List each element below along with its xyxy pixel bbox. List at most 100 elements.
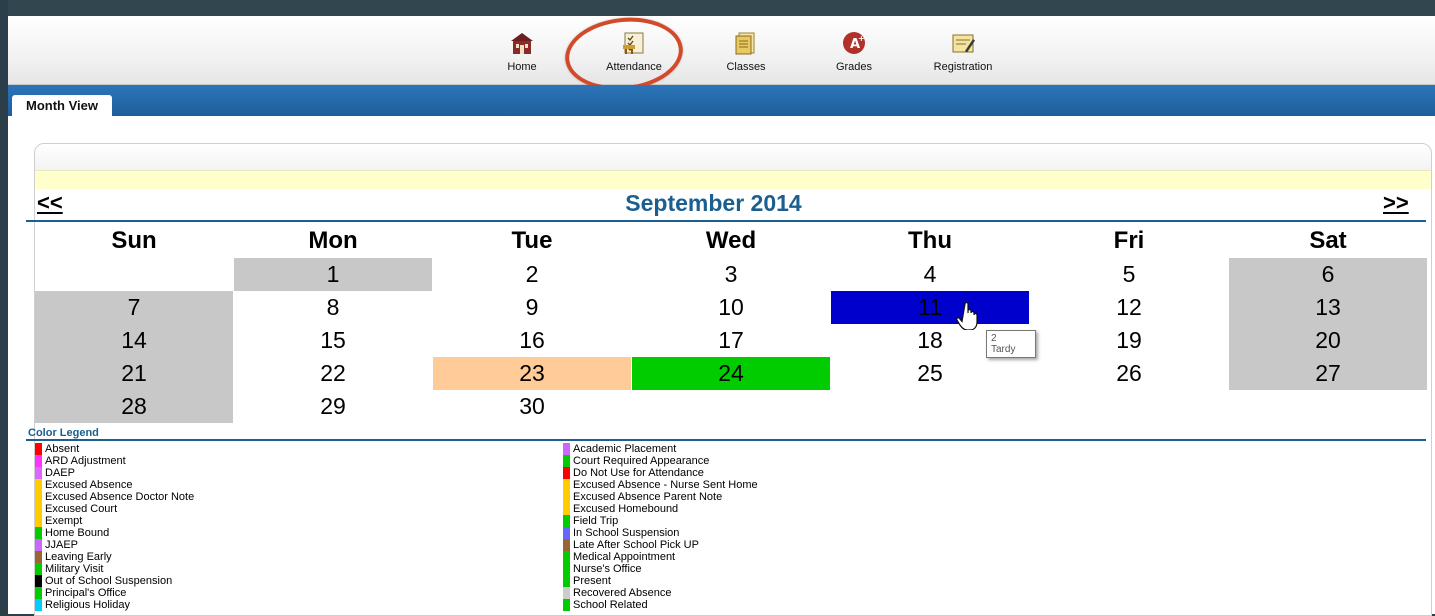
legend-swatch — [35, 455, 42, 467]
nav-registration[interactable]: Registration — [923, 30, 1003, 73]
legend-item: Do Not Use for Attendance — [563, 467, 758, 479]
calendar-day[interactable]: 5 — [1030, 258, 1228, 291]
calendar-day[interactable]: 7 — [35, 291, 233, 324]
legend-rule — [26, 439, 1426, 441]
nav-label: Home — [507, 61, 537, 73]
legend-swatch — [35, 467, 42, 479]
hand-cursor-icon — [956, 301, 978, 330]
nav-grades[interactable]: A + Grades — [826, 30, 882, 73]
legend-label: Medical Appointment — [573, 551, 676, 563]
legend-swatch — [35, 503, 42, 515]
legend-swatch — [563, 515, 570, 527]
calendar-day[interactable]: 9 — [433, 291, 631, 324]
calendar-day[interactable]: 11 — [831, 291, 1029, 324]
weekday-header: Fri — [1113, 227, 1145, 254]
tab-month-view[interactable]: Month View — [12, 95, 112, 116]
legend-label: School Related — [573, 599, 648, 611]
legend-swatch — [563, 539, 570, 551]
books-icon — [735, 32, 755, 55]
legend-swatch — [563, 527, 570, 539]
nav-label: Grades — [835, 61, 873, 73]
tab-bar: Month View — [8, 85, 1435, 116]
calendar-day[interactable]: 23 — [433, 357, 631, 390]
legend-swatch — [563, 575, 570, 587]
legend-item: School Related — [563, 599, 758, 611]
legend-item: Excused Absence - Nurse Sent Home — [563, 479, 758, 491]
legend-item: Late After School Pick UP — [563, 539, 758, 551]
panel-header — [35, 144, 1431, 170]
legend-label: Field Trip — [573, 515, 619, 527]
calendar-day[interactable]: 21 — [35, 357, 233, 390]
calendar-day[interactable]: 15 — [234, 324, 432, 357]
calendar-day[interactable]: 20 — [1229, 324, 1427, 357]
legend-label: Nurse's Office — [573, 563, 642, 575]
legend-swatch — [563, 443, 570, 455]
legend-label: Excused Absence - Nurse Sent Home — [573, 479, 758, 491]
calendar-day[interactable]: 2 — [433, 258, 631, 291]
legend-right-column: Academic Placement Court Required Appeara… — [563, 443, 758, 611]
legend-swatch — [35, 527, 42, 539]
calendar-day[interactable]: 16 — [433, 324, 631, 357]
calendar-day[interactable]: 26 — [1030, 357, 1228, 390]
legend-item: Religious Holiday — [35, 599, 194, 611]
legend-label: Excused Absence Parent Note — [573, 491, 723, 503]
legend-item: Principal's Office — [35, 587, 194, 599]
next-month-link[interactable]: >> — [1383, 190, 1409, 216]
legend-swatch — [563, 551, 570, 563]
calendar-rule — [26, 220, 1426, 222]
calendar-day[interactable]: 10 — [632, 291, 830, 324]
legend-label: Religious Holiday — [45, 599, 130, 611]
legend-swatch — [563, 455, 570, 467]
calendar-day[interactable]: 19 — [1030, 324, 1228, 357]
calendar-day[interactable]: 27 — [1229, 357, 1427, 390]
legend-label: Present — [573, 575, 611, 587]
calendar-day[interactable]: 30 — [433, 390, 631, 423]
nav-classes[interactable]: Classes — [712, 30, 780, 73]
top-bar — [8, 0, 1435, 16]
calendar-day[interactable]: 14 — [35, 324, 233, 357]
weekday-header: Wed — [705, 227, 757, 254]
nav-home[interactable]: Home — [494, 30, 550, 73]
legend-swatch — [35, 551, 42, 563]
legend-label: JJAEP — [45, 539, 79, 551]
legend-label: Home Bound — [45, 527, 110, 539]
legend-item: Exempt — [35, 515, 194, 527]
calendar-day[interactable]: 8 — [234, 291, 432, 324]
calendar-day[interactable]: 24 — [632, 357, 830, 390]
calendar-day[interactable]: 3 — [632, 258, 830, 291]
legend-item: Excused Absence Parent Note — [563, 491, 758, 503]
legend-item: Excused Homebound — [563, 503, 758, 515]
calendar-day[interactable]: 28 — [35, 390, 233, 423]
calendar-day[interactable]: 12 — [1030, 291, 1228, 324]
calendar-day[interactable]: 6 — [1229, 258, 1427, 291]
legend-item: Excused Absence — [35, 479, 194, 491]
calendar-day[interactable]: 1 — [234, 258, 432, 291]
legend-swatch — [35, 575, 42, 587]
legend-item: Leaving Early — [35, 551, 194, 563]
legend-swatch — [563, 467, 570, 479]
legend-title: Color Legend — [28, 427, 99, 439]
legend-label: Excused Homebound — [573, 503, 679, 515]
weekday-header: Sun — [111, 227, 157, 254]
legend-label: Late After School Pick UP — [573, 539, 699, 551]
calendar-day[interactable]: 29 — [234, 390, 432, 423]
legend-item: In School Suspension — [563, 527, 758, 539]
calendar-day[interactable]: 4 — [831, 258, 1029, 291]
calendar-day[interactable]: 17 — [632, 324, 830, 357]
calendar-day[interactable]: 22 — [234, 357, 432, 390]
legend-label: Excused Absence — [45, 479, 133, 491]
day-tooltip: 2 Tardy — [986, 330, 1036, 358]
info-bar — [35, 170, 1431, 189]
calendar-day[interactable]: 13 — [1229, 291, 1427, 324]
legend-label: Absent — [45, 443, 80, 455]
legend-swatch — [35, 599, 42, 611]
calendar-day[interactable]: 25 — [831, 357, 1029, 390]
weekday-header: Mon — [308, 227, 358, 254]
legend-swatch — [563, 479, 570, 491]
legend-item: DAEP — [35, 467, 194, 479]
legend-swatch — [35, 587, 42, 599]
nav-label: Registration — [933, 61, 993, 73]
tooltip-status: Tardy — [991, 344, 1016, 355]
weekday-header: Sat — [1309, 227, 1347, 254]
legend-label: Excused Court — [45, 503, 118, 515]
